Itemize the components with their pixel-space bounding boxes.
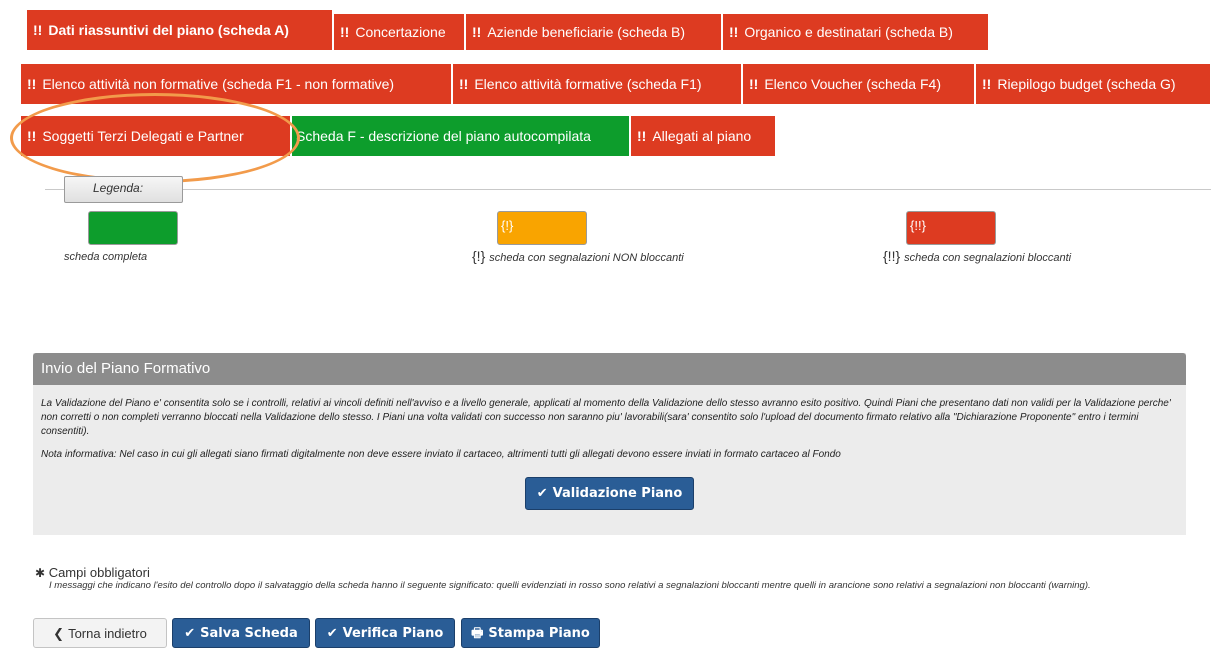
tab-label: Allegati al piano	[652, 128, 752, 144]
tab-label: Riepilogo budget (scheda G)	[997, 76, 1176, 92]
warning-bang-icon: !!	[27, 128, 37, 144]
torna-indietro-button[interactable]: ❮ Torna indietro	[33, 618, 167, 648]
legend-divider	[45, 189, 1211, 190]
warning-bang-icon: !!	[459, 76, 469, 92]
warning-bang-icon: !!	[637, 128, 647, 144]
tab-attivita-formative[interactable]: !! Elenco attività formative (scheda F1)	[453, 64, 742, 104]
panel-title: Invio del Piano Formativo	[33, 353, 1186, 385]
chevron-left-icon: ❮	[53, 626, 65, 641]
check-icon: ✔	[184, 626, 196, 641]
info-note: Nota informativa: Nel caso in cui gli al…	[41, 448, 841, 460]
tab-label: Soggetti Terzi Delegati e Partner	[42, 128, 244, 144]
required-fields-note: I messaggi che indicano l'esito del cont…	[49, 580, 1091, 591]
verifica-piano-button[interactable]: ✔ Verifica Piano	[315, 618, 455, 648]
warning-bang-icon: !!	[33, 22, 43, 38]
tab-soggetti-terzi[interactable]: !! Soggetti Terzi Delegati e Partner	[21, 116, 291, 156]
tab-organico-destinatari[interactable]: !! Organico e destinatari (scheda B)	[723, 14, 989, 50]
warning-bang-icon: !!	[982, 76, 992, 92]
tab-label: Dati riassuntivi del piano (scheda A)	[48, 22, 289, 38]
tab-aziende-beneficiarie[interactable]: !! Aziende beneficiarie (scheda B)	[466, 14, 722, 50]
warning-bang-icon: !!	[749, 76, 759, 92]
warning-bang-icon: !!	[340, 24, 350, 40]
legend-title: Legenda:	[64, 176, 183, 203]
check-icon: ✔	[536, 486, 548, 501]
tab-elenco-voucher[interactable]: !! Elenco Voucher (scheda F4)	[743, 64, 975, 104]
legend-swatch-blocking: {!!}	[906, 211, 996, 245]
tab-label: Elenco Voucher (scheda F4)	[764, 76, 941, 92]
tab-concertazione[interactable]: !! Concertazione	[334, 14, 465, 50]
tab-label: Elenco attività non formative (scheda F1…	[42, 76, 395, 92]
legend-text-blocking: {!!} scheda con segnalazioni bloccanti	[883, 248, 1072, 264]
tab-label: Elenco attività formative (scheda F1)	[474, 76, 702, 92]
salva-scheda-button[interactable]: ✔ Salva Scheda	[172, 618, 310, 648]
tab-label: Scheda F - descrizione del piano autocom…	[296, 128, 591, 144]
tab-allegati[interactable]: !! Allegati al piano	[631, 116, 776, 156]
tab-attivita-non-formative[interactable]: !! Elenco attività non formative (scheda …	[21, 64, 452, 104]
tab-dati-riassuntivi[interactable]: !! Dati riassuntivi del piano (scheda A)	[27, 10, 333, 50]
tab-label: Aziende beneficiarie (scheda B)	[487, 24, 685, 40]
warning-bang-icon: !!	[27, 76, 37, 92]
check-icon: ✔	[326, 626, 338, 641]
printer-icon: 🖶	[471, 626, 484, 641]
validation-paragraph: La Validazione del Piano e' consentita s…	[41, 398, 1171, 438]
legend-text-warning: {!} scheda con segnalazioni NON bloccanti	[472, 248, 684, 264]
tab-scheda-f-descrizione[interactable]: Scheda F - descrizione del piano autocom…	[292, 116, 630, 156]
legend-swatch-warning: {!}	[497, 211, 587, 245]
tab-riepilogo-budget[interactable]: !! Riepilogo budget (scheda G)	[976, 64, 1211, 104]
stampa-piano-button[interactable]: 🖶 Stampa Piano	[461, 618, 600, 648]
tab-label: Concertazione	[355, 24, 446, 40]
legend-swatch-complete	[88, 211, 178, 245]
warning-bang-icon: !!	[472, 24, 482, 40]
validazione-piano-button[interactable]: ✔ Validazione Piano	[525, 477, 694, 510]
asterisk-icon: ✱	[35, 566, 46, 580]
tab-label: Organico e destinatari (scheda B)	[744, 24, 953, 40]
warning-bang-icon: !!	[729, 24, 739, 40]
required-fields-label: ✱ Campi obbligatori	[35, 565, 150, 580]
legend-text-complete: scheda completa	[64, 251, 148, 263]
